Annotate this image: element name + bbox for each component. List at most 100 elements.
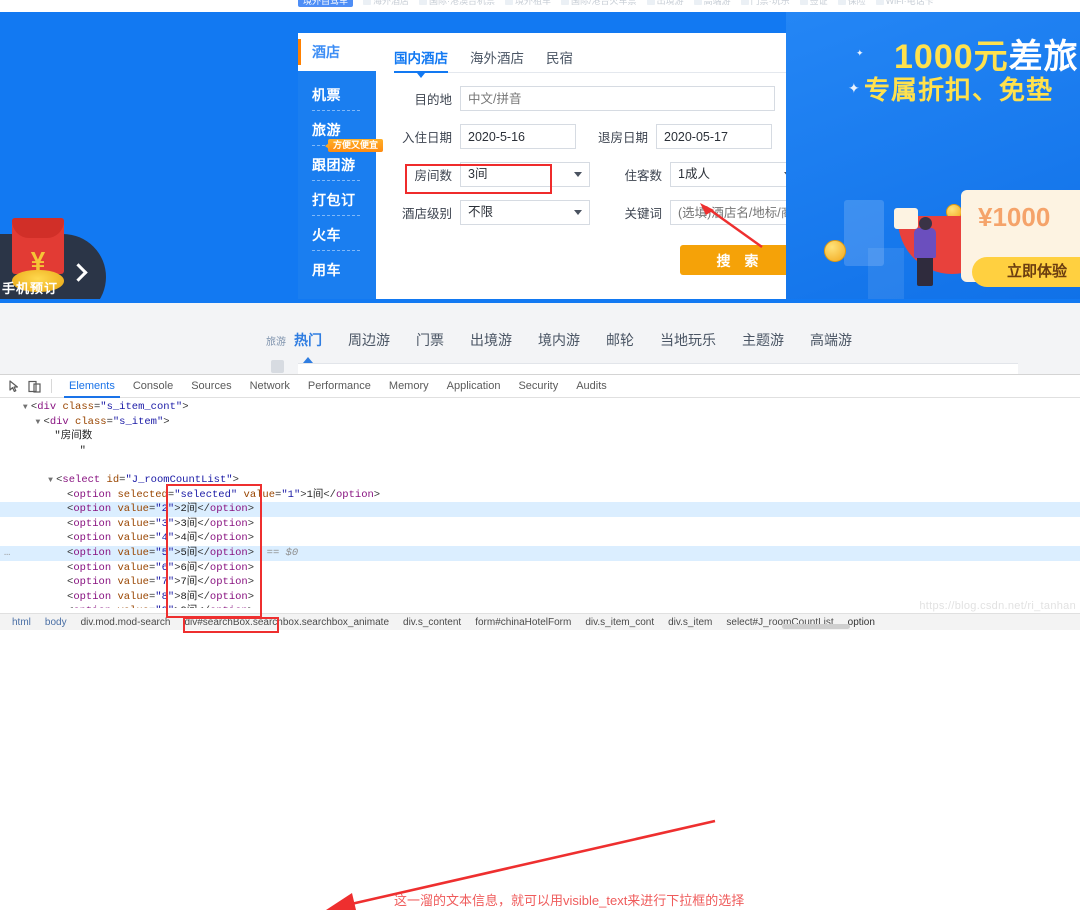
promo-banner[interactable]: ✦ ✦ ¥1000 1000元差旅 专属折扣、免垫 立即体验: [786, 12, 1080, 302]
devtools-tab-audits[interactable]: Audits: [567, 375, 616, 398]
top-nav-item[interactable]: 国际·港澳台机票: [419, 0, 495, 7]
top-nav-item-label: 国际·港澳台机票: [429, 0, 495, 6]
toggle-device-toolbar-icon[interactable]: [26, 378, 43, 395]
top-nav-item[interactable]: 高端游: [694, 0, 731, 7]
dom-line-option-4[interactable]: <option value="4">4间</option>: [0, 531, 1080, 546]
top-nav-item[interactable]: 国际/港台火车票: [561, 0, 637, 7]
dom-line-option-5[interactable]: <option value="5">5间</option> == $0…: [0, 546, 1080, 561]
hotel-tab-海外酒店[interactable]: 海外酒店: [470, 47, 524, 72]
nav-item-icon: [800, 0, 808, 5]
devtools-tab-network[interactable]: Network: [241, 375, 299, 398]
devtools-tab-application[interactable]: Application: [438, 375, 510, 398]
elements-dom-tree[interactable]: ▼<div class="s_item_cont"> ▼<div class="…: [0, 398, 1080, 608]
rooms-select[interactable]: 3间: [460, 162, 590, 187]
travel-nav-item-门票[interactable]: 门票: [416, 330, 444, 350]
promo-cta-button[interactable]: 立即体验: [972, 257, 1080, 287]
breadcrumb-item-div.s_content[interactable]: div.s_content: [396, 617, 468, 628]
breadcrumb-item-html[interactable]: html: [5, 617, 38, 628]
sidebar-item-label: 用车: [312, 260, 341, 280]
speech-bubble-icon: [894, 208, 918, 229]
hotel-tab-国内酒店[interactable]: 国内酒店: [394, 47, 448, 72]
qrcode-icon: [271, 360, 284, 373]
dom-line-select[interactable]: ▼<select id="J_roomCountList">: [0, 473, 1080, 488]
dom-line-div-item-cont[interactable]: ▼<div class="s_item_cont">: [0, 400, 1080, 415]
nav-item-icon: [363, 0, 371, 5]
nav-item-icon: [838, 0, 846, 5]
sidebar-item-label: 打包订: [312, 190, 356, 210]
devtools-tab-console[interactable]: Console: [124, 375, 182, 398]
top-nav-item[interactable]: 保险: [838, 0, 866, 7]
hotel-level-select[interactable]: 不限: [460, 200, 590, 225]
breadcrumb-item-div.s_item_cont[interactable]: div.s_item_cont: [578, 617, 661, 628]
checkin-input[interactable]: [460, 124, 576, 149]
dom-line-text-node-end[interactable]: ": [0, 444, 1080, 459]
dom-line-option-8[interactable]: <option value="8">8间</option>: [0, 590, 1080, 605]
devtools-tab-memory[interactable]: Memory: [380, 375, 438, 398]
promo-amount: ¥1000: [978, 202, 1050, 233]
dom-line-option-2[interactable]: <option value="2">2间</option>: [0, 502, 1080, 517]
top-nav-item[interactable]: 境外自驾车: [298, 0, 353, 7]
sidebar-item-label: 跟团游: [312, 155, 356, 175]
nav-item-icon: [741, 0, 749, 5]
breadcrumb-item-div#searchBox.searchbox.searchbox_animate[interactable]: div#searchBox.searchbox.searchbox_animat…: [177, 617, 396, 628]
travel-nav-item-主题游[interactable]: 主题游: [742, 330, 784, 350]
top-nav-item[interactable]: 海外酒店: [363, 0, 409, 7]
devtools-tab-sources[interactable]: Sources: [182, 375, 240, 398]
top-nav-item-label: 海外酒店: [373, 0, 409, 6]
dom-line-text-node[interactable]: "房间数: [0, 429, 1080, 444]
travel-nav-item-高端游[interactable]: 高端游: [810, 330, 852, 350]
sidebar-item-6[interactable]: 用车: [298, 252, 376, 287]
sidebar-item-5[interactable]: 火车: [298, 217, 376, 252]
top-nav-item[interactable]: WiFi·电话卡: [876, 0, 934, 7]
top-nav-item-label: 门票·玩乐: [751, 0, 790, 6]
top-nav-item[interactable]: 出境游: [647, 0, 684, 7]
dom-line-option-1[interactable]: <option selected="selected" value="1">1间…: [0, 488, 1080, 503]
devtools-tab-performance[interactable]: Performance: [299, 375, 380, 398]
horizontal-scrollbar[interactable]: [782, 624, 850, 629]
annotation-arrow-to-level: [696, 201, 766, 249]
dom-line-option-6[interactable]: <option value="6">6间</option>: [0, 561, 1080, 576]
top-nav-item[interactable]: 境外租车: [505, 0, 551, 7]
destination-label: 目的地: [394, 89, 452, 108]
checkout-input[interactable]: [656, 124, 772, 149]
devtools-tab-elements[interactable]: Elements: [60, 375, 124, 398]
sidebar-item-1[interactable]: 机票: [298, 77, 376, 112]
dom-line-option-7[interactable]: <option value="7">7间</option>: [0, 575, 1080, 590]
sidebar-item-label: 机票: [312, 85, 341, 105]
travel-nav-item-邮轮[interactable]: 邮轮: [606, 330, 634, 350]
sidebar-item-3[interactable]: 跟团游: [298, 147, 376, 182]
breadcrumb-item-div.s_item[interactable]: div.s_item: [661, 617, 719, 628]
travel-nav-item-热门[interactable]: 热门: [294, 330, 322, 350]
breadcrumb-item-form#chinaHotelForm[interactable]: form#chinaHotelForm: [468, 617, 578, 628]
breadcrumb-item-div.mod.mod-search[interactable]: div.mod.mod-search: [74, 617, 178, 628]
search-button[interactable]: 搜 索: [680, 245, 800, 275]
top-nav-item-label: 国际/港台火车票: [571, 0, 637, 6]
hotel-level-label: 酒店级别: [394, 203, 452, 222]
dom-line-option-3[interactable]: <option value="3">3间</option>: [0, 517, 1080, 532]
top-nav-item[interactable]: 签证: [800, 0, 828, 7]
top-nav-item[interactable]: 门票·玩乐: [741, 0, 790, 7]
nav-item-icon: [505, 0, 513, 5]
top-nav-items: 境外自驾车 海外酒店 国际·港澳台机票 境外租车 国际/港台火车票 出境游 高端游 门票·玩乐…: [298, 0, 944, 7]
destination-input[interactable]: [460, 86, 775, 111]
travel-nav-item-周边游[interactable]: 周边游: [348, 330, 390, 350]
sidebar-current-product: 酒店: [298, 33, 376, 71]
dom-line-option-9[interactable]: <option value="9">9间</option>: [0, 604, 1080, 608]
hotel-tab-民宿[interactable]: 民宿: [546, 47, 573, 72]
chevron-down-icon: [574, 210, 582, 215]
sidebar-product-list: 机票旅游跟团游打包订火车用车: [298, 71, 376, 299]
inspect-element-icon[interactable]: [6, 378, 23, 395]
guests-select[interactable]: 1成人: [670, 162, 800, 187]
travel-nav-item-境内游[interactable]: 境内游: [538, 330, 580, 350]
devtools-tab-security[interactable]: Security: [509, 375, 567, 398]
mobile-booking-widget[interactable]: ¥ 手机预订 更便宜: [0, 234, 106, 302]
travel-nav-item-当地玩乐[interactable]: 当地玩乐: [660, 330, 716, 350]
destination-row: 目的地: [394, 86, 800, 111]
sidebar-item-4[interactable]: 打包订: [298, 182, 376, 217]
chevron-right-icon[interactable]: [69, 263, 87, 281]
dom-line-div-item[interactable]: ▼<div class="s_item">: [0, 415, 1080, 430]
dom-line-blank[interactable]: [0, 458, 1080, 473]
breadcrumb-item-body[interactable]: body: [38, 617, 74, 628]
travel-nav-item-出境游[interactable]: 出境游: [470, 330, 512, 350]
person-legs: [917, 256, 933, 286]
